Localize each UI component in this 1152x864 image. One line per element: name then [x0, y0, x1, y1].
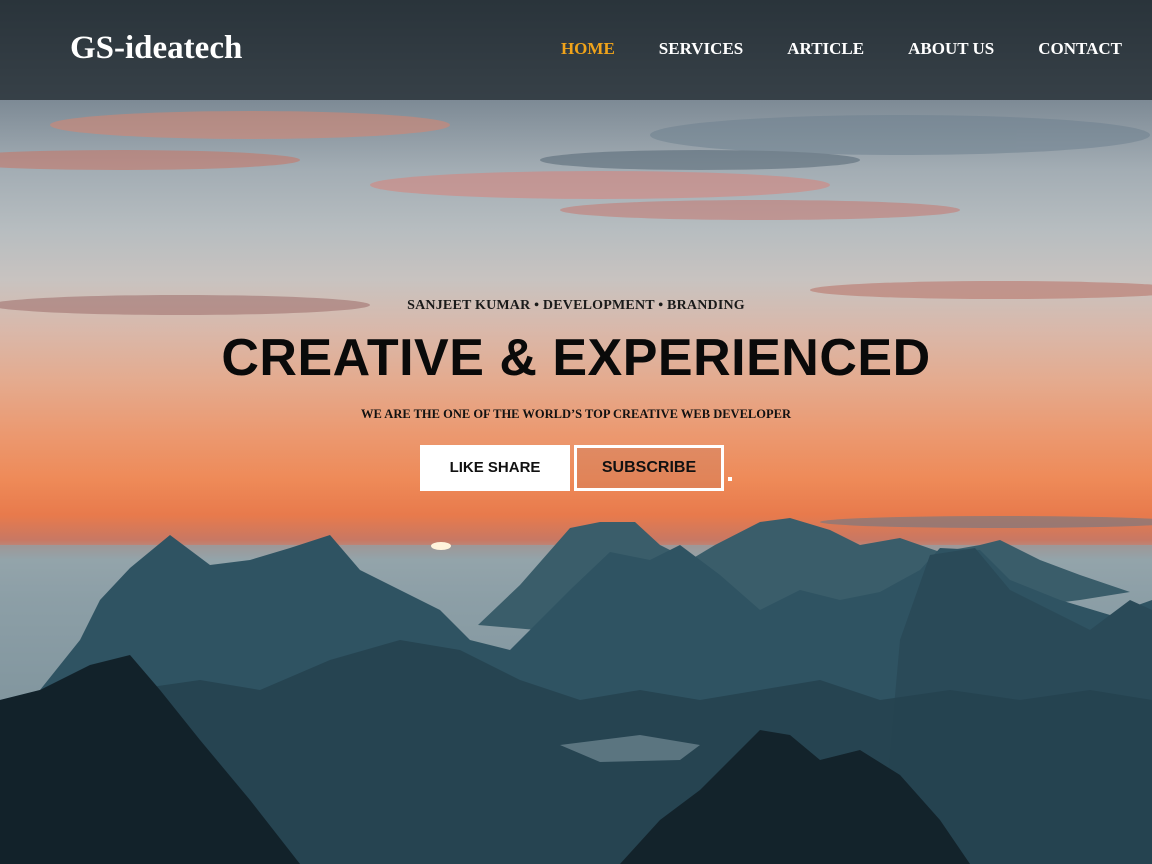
brand-logo[interactable]: GS-ideatech: [70, 28, 242, 68]
hero-cta-group: LIKE SHARE SUBSCRIBE: [420, 445, 732, 491]
hero-section: [0, 0, 1152, 864]
like-share-button[interactable]: LIKE SHARE: [420, 445, 570, 491]
hero-tagline: WE ARE THE ONE OF THE WORLD’S TOP CREATI…: [361, 407, 791, 421]
main-nav: HOME SERVICES ARTICLE ABOUT US CONTACT: [517, 38, 1122, 60]
hero-content: SANJEET KUMAR • DEVELOPMENT • BRANDING C…: [0, 296, 1152, 423]
nav-item-contact[interactable]: CONTACT: [1038, 38, 1122, 60]
nav-item-about-us[interactable]: ABOUT US: [908, 38, 994, 60]
top-navbar: GS-ideatech HOME SERVICES ARTICLE ABOUT …: [0, 0, 1152, 100]
subscribe-button[interactable]: SUBSCRIBE: [574, 445, 724, 491]
hero-kicker: SANJEET KUMAR • DEVELOPMENT • BRANDING: [407, 298, 745, 313]
nav-item-services[interactable]: SERVICES: [659, 38, 743, 60]
nav-item-home[interactable]: HOME: [561, 38, 615, 60]
nav-item-article[interactable]: ARTICLE: [787, 38, 864, 60]
mountain-background-image: [0, 111, 1152, 864]
decorative-dot: [728, 477, 732, 481]
hero-headline: CREATIVE & EXPERIENCED: [221, 329, 931, 387]
